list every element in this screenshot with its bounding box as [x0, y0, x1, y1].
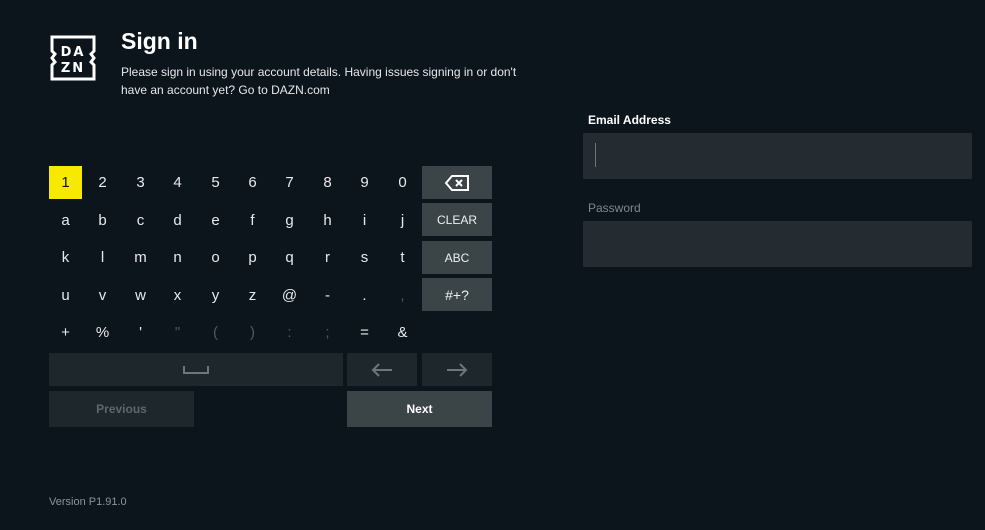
dazn-logo: DA ZN: [50, 35, 96, 81]
key[interactable]: i: [348, 204, 381, 237]
key[interactable]: 3: [124, 166, 157, 199]
key[interactable]: ': [124, 316, 157, 349]
key[interactable]: ": [161, 316, 194, 349]
backspace-key[interactable]: [422, 166, 492, 199]
email-field[interactable]: [583, 133, 972, 179]
key[interactable]: e: [199, 204, 232, 237]
key[interactable]: h: [311, 204, 344, 237]
arrow-left-icon: [371, 362, 392, 377]
key[interactable]: 0: [386, 166, 419, 199]
next-button[interactable]: Next: [347, 391, 492, 427]
key[interactable]: s: [348, 241, 381, 274]
key[interactable]: y: [199, 279, 232, 312]
cursor-right-key[interactable]: [422, 353, 492, 386]
key[interactable]: ;: [311, 316, 344, 349]
key[interactable]: d: [161, 204, 194, 237]
key[interactable]: 1: [49, 166, 82, 199]
key[interactable]: k: [49, 241, 82, 274]
key[interactable]: 7: [273, 166, 306, 199]
key[interactable]: 2: [86, 166, 119, 199]
key[interactable]: 6: [236, 166, 269, 199]
abc-key[interactable]: ABC: [422, 241, 492, 274]
key[interactable]: n: [161, 241, 194, 274]
key[interactable]: .: [348, 279, 381, 312]
key[interactable]: 5: [199, 166, 232, 199]
backspace-icon: [444, 174, 469, 191]
symbols-key[interactable]: #+?: [422, 278, 492, 311]
previous-button[interactable]: Previous: [49, 391, 194, 427]
space-key[interactable]: [49, 353, 343, 386]
key[interactable]: +: [49, 316, 82, 349]
logo-text-top: DA: [61, 45, 86, 60]
key[interactable]: (: [199, 316, 232, 349]
key[interactable]: x: [161, 279, 194, 312]
space-icon: [183, 365, 209, 374]
page-title: Sign in: [121, 28, 198, 54]
key[interactable]: 9: [348, 166, 381, 199]
key[interactable]: b: [86, 204, 119, 237]
key[interactable]: c: [124, 204, 157, 237]
key[interactable]: %: [86, 316, 119, 349]
clear-key[interactable]: CLEAR: [422, 203, 492, 236]
key[interactable]: ,: [386, 279, 419, 312]
key[interactable]: q: [273, 241, 306, 274]
key[interactable]: o: [199, 241, 232, 274]
password-label: Password: [588, 201, 641, 215]
key[interactable]: t: [386, 241, 419, 274]
key[interactable]: l: [86, 241, 119, 274]
key[interactable]: -: [311, 279, 344, 312]
key[interactable]: :: [273, 316, 306, 349]
key[interactable]: j: [386, 204, 419, 237]
key[interactable]: z: [236, 279, 269, 312]
key[interactable]: u: [49, 279, 82, 312]
key[interactable]: w: [124, 279, 157, 312]
page-subtitle: Please sign in using your account detail…: [121, 65, 517, 97]
key[interactable]: f: [236, 204, 269, 237]
key[interactable]: r: [311, 241, 344, 274]
arrow-right-icon: [447, 362, 468, 377]
cursor-left-key[interactable]: [347, 353, 417, 386]
key[interactable]: 4: [161, 166, 194, 199]
key[interactable]: =: [348, 316, 381, 349]
key[interactable]: g: [273, 204, 306, 237]
key[interactable]: m: [124, 241, 157, 274]
logo-text-bottom: ZN: [61, 61, 85, 76]
key[interactable]: v: [86, 279, 119, 312]
password-field[interactable]: [583, 221, 972, 267]
key[interactable]: p: [236, 241, 269, 274]
key[interactable]: @: [273, 279, 306, 312]
key[interactable]: a: [49, 204, 82, 237]
key[interactable]: &: [386, 316, 419, 349]
text-caret: [595, 143, 596, 167]
email-label: Email Address: [588, 113, 671, 127]
version-text: Version P1.91.0: [49, 496, 127, 508]
key[interactable]: 8: [311, 166, 344, 199]
key[interactable]: ): [236, 316, 269, 349]
